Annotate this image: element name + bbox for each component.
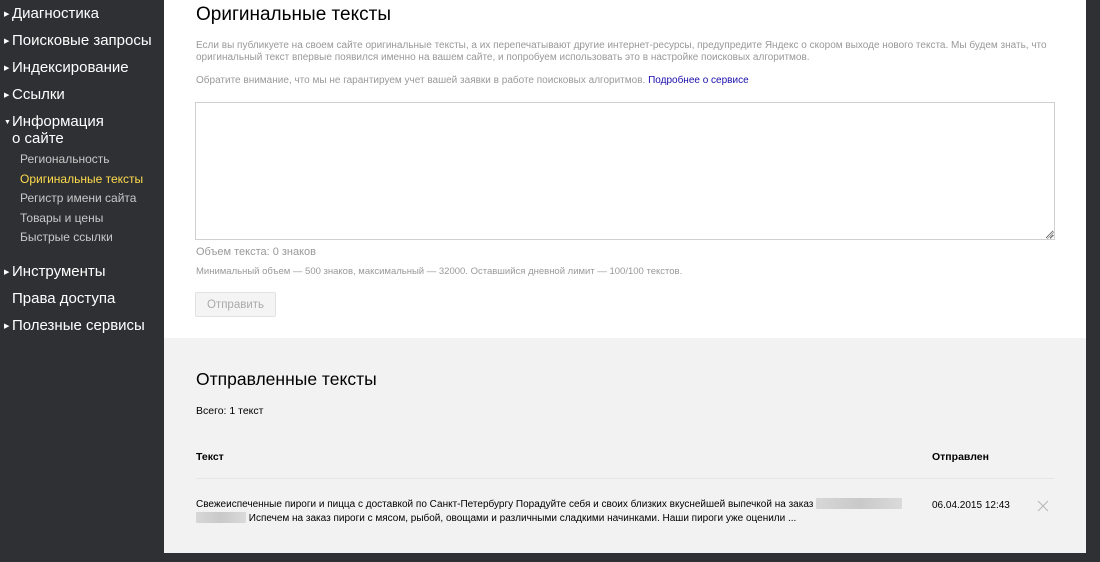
sidebar-item-links[interactable]: ▶ Ссылки [4,87,65,104]
sidebar-item-tools[interactable]: ▶ Инструменты [4,264,106,281]
sent-total-count: Всего: 1 текст [196,405,264,417]
sidebar-item-label: Ссылки [12,86,65,103]
app-window: ▶ Диагностика ▶ Поисковые запросы ▶ Индекси… [0,0,1100,562]
redacted-block [816,498,903,509]
delete-x-icon[interactable] [1036,499,1050,513]
triangle-right-icon: ▶ [4,11,10,18]
sidebar-subitem-quick-links[interactable]: Быстрые ссылки [20,230,113,244]
table-divider [196,478,1054,479]
disclaimer-note: Обратите внимание, что мы не гарантируем… [196,75,749,87]
limits-info: Минимальный объем — 500 знаков, максимал… [196,266,683,277]
sidebar-item-label: Диагностика [12,5,99,22]
sidebar-subitem-original-texts[interactable]: Оригинальные тексты [20,172,143,186]
sidebar-item-label: Полезные сервисы [12,317,145,334]
description-text: Если вы публикуете на своем сайте оригин… [196,40,1047,63]
sidebar-item-label-line2: о сайте [12,130,64,147]
resize-handle-icon[interactable] [1046,231,1054,239]
redacted-block [196,512,246,523]
sidebar-item-site-info[interactable]: ▼Информация о сайте [4,114,104,147]
column-header-sent: Отправлен [932,451,989,463]
triangle-right-icon: ▶ [4,269,10,276]
main-content: Оригинальные тексты Если вы публикуете н… [164,0,1086,553]
triangle-right-icon: ▶ [4,92,10,99]
disclaimer-text: Обратите внимание, что мы не гарантируем… [196,75,646,86]
sidebar-item-label: Инструменты [12,263,106,280]
text-volume-counter: Объем текста: 0 знаков [196,246,317,258]
sidebar-subitem-regionality[interactable]: Региональность [20,152,110,166]
sidebar-item-label: Права доступа [12,290,116,307]
triangle-right-icon: ▶ [4,38,10,45]
sidebar-item-diagnostics[interactable]: ▶ Диагностика [4,6,99,23]
sidebar: ▶ Диагностика ▶ Поисковые запросы ▶ Индекси… [0,0,164,562]
sidebar-item-access-rights[interactable]: Права доступа [12,291,115,307]
table-row-text: Свежеиспеченные пироги и пицца с доставк… [196,498,916,526]
sent-texts-title: Отправленные тексты [196,369,377,389]
sidebar-item-label: Поисковые запросы [12,32,152,49]
submit-button[interactable]: Отправить [195,292,276,317]
page-title: Оригинальные тексты [196,4,391,25]
row-text-part1: Свежеиспеченные пироги и пицца с доставк… [196,499,814,510]
original-text-input[interactable] [195,102,1055,240]
row-text-part2: Испечем на заказ пироги с мясом, рыбой, … [248,513,797,524]
triangle-right-icon: ▶ [4,65,10,72]
column-header-text: Текст [196,451,224,463]
sidebar-item-useful-services[interactable]: ▶ Полезные сервисы [4,318,145,335]
original-texts-section: Оригинальные тексты Если вы публикуете н… [164,0,1086,338]
triangle-right-icon: ▶ [4,323,10,330]
sidebar-item-label: Информация [12,113,104,130]
sidebar-item-label: Индексирование [12,59,129,76]
more-about-service-link[interactable]: Подробнее о сервисе [648,75,749,86]
sidebar-item-indexing[interactable]: ▶ Индексирование [4,60,129,77]
table-row-date: 06.04.2015 12:43 [932,500,1010,511]
triangle-down-icon: ▼ [4,119,11,126]
sidebar-subitem-site-name-case[interactable]: Регистр имени сайта [20,191,136,205]
sidebar-subitem-goods-prices[interactable]: Товары и цены [20,211,103,225]
sidebar-item-search-queries[interactable]: ▶ Поисковые запросы [4,33,152,50]
